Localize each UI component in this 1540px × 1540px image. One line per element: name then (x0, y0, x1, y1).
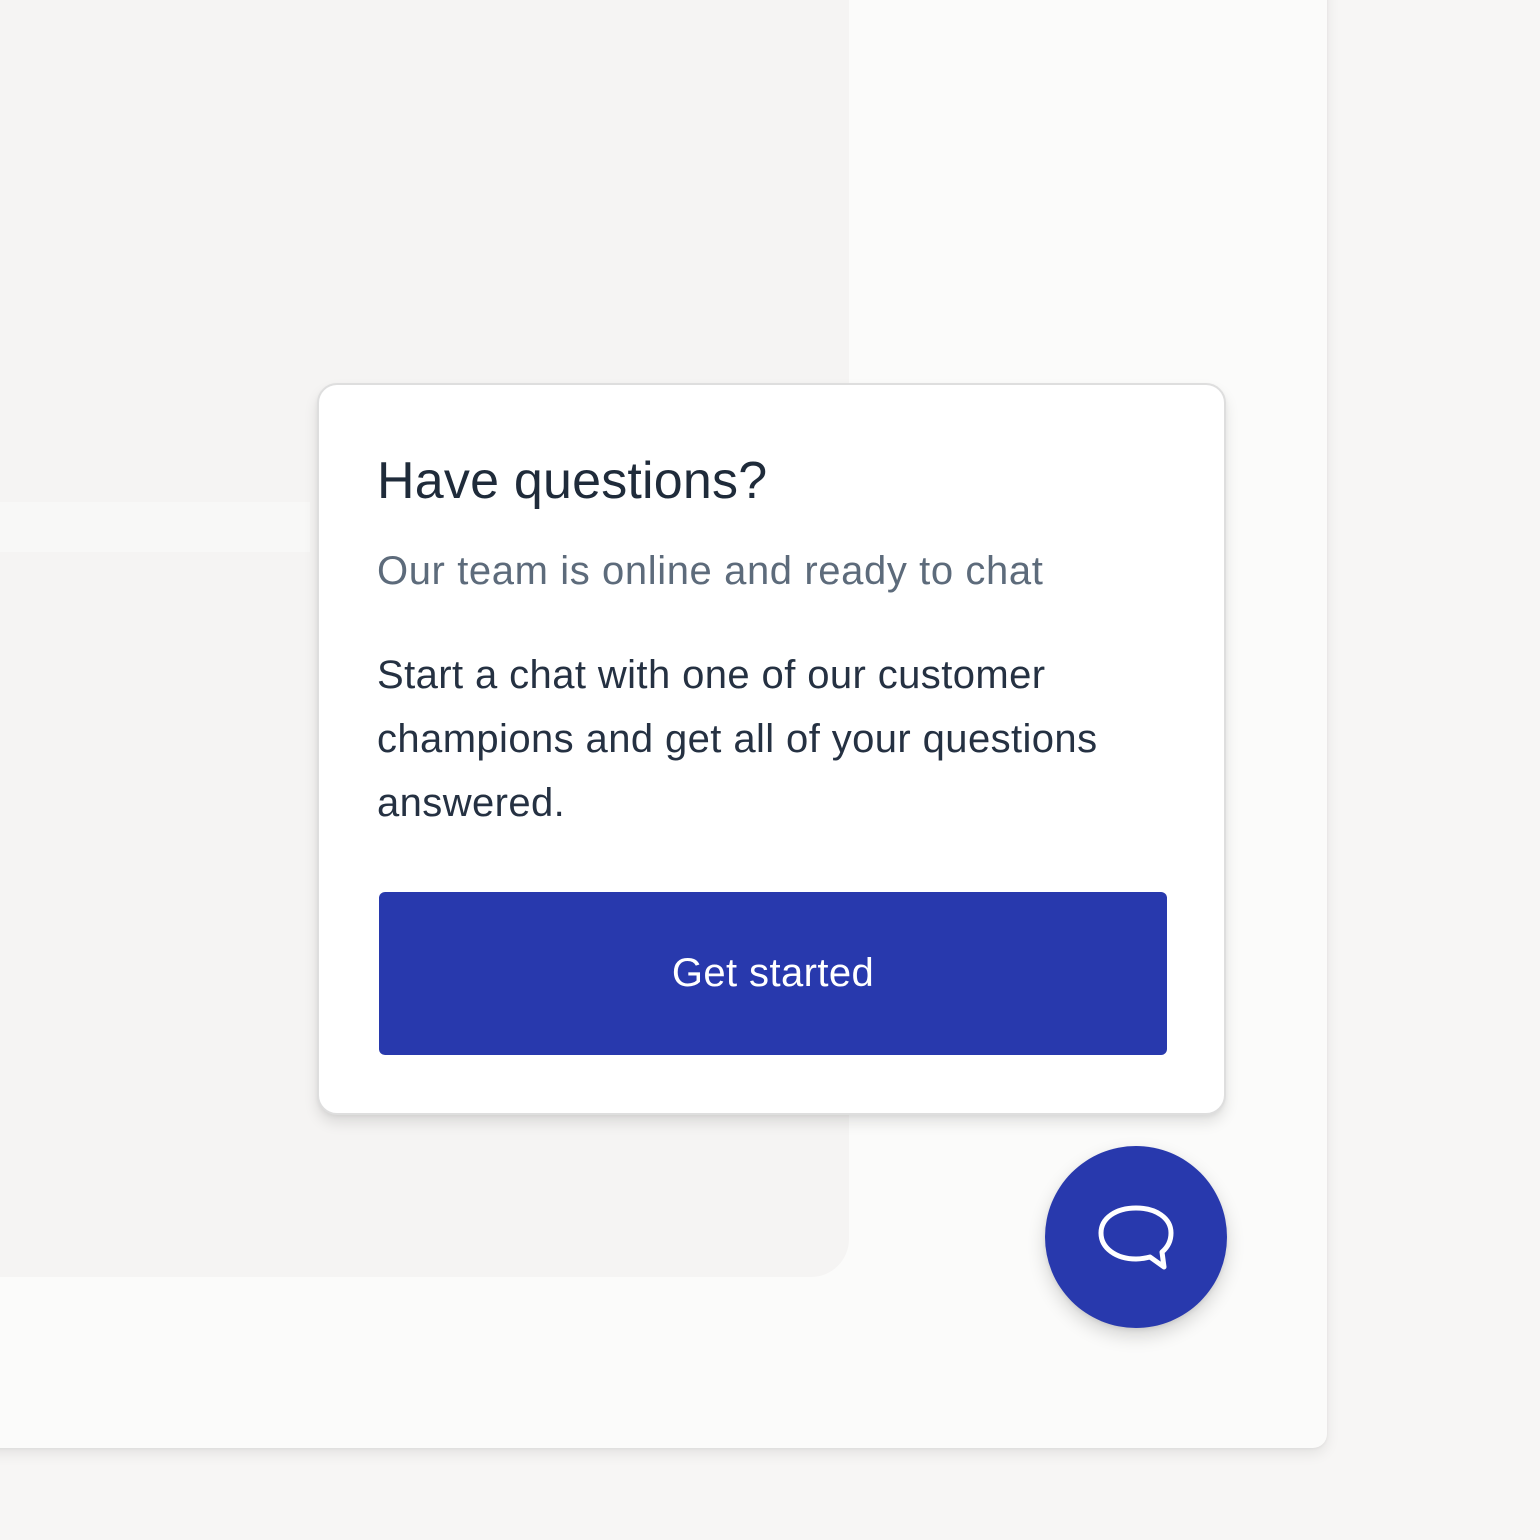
chat-popover: Have questions? Our team is online and r… (317, 383, 1226, 1115)
get-started-button[interactable]: Get started (379, 892, 1167, 1055)
chat-launcher-button[interactable] (1045, 1146, 1227, 1328)
chat-bubble-icon (1098, 1205, 1174, 1270)
chat-subtitle: Our team is online and ready to chat (377, 549, 1044, 593)
content-divider (0, 502, 310, 552)
chat-title: Have questions? (377, 452, 768, 510)
chat-description: Start a chat with one of our customer ch… (377, 653, 1098, 825)
